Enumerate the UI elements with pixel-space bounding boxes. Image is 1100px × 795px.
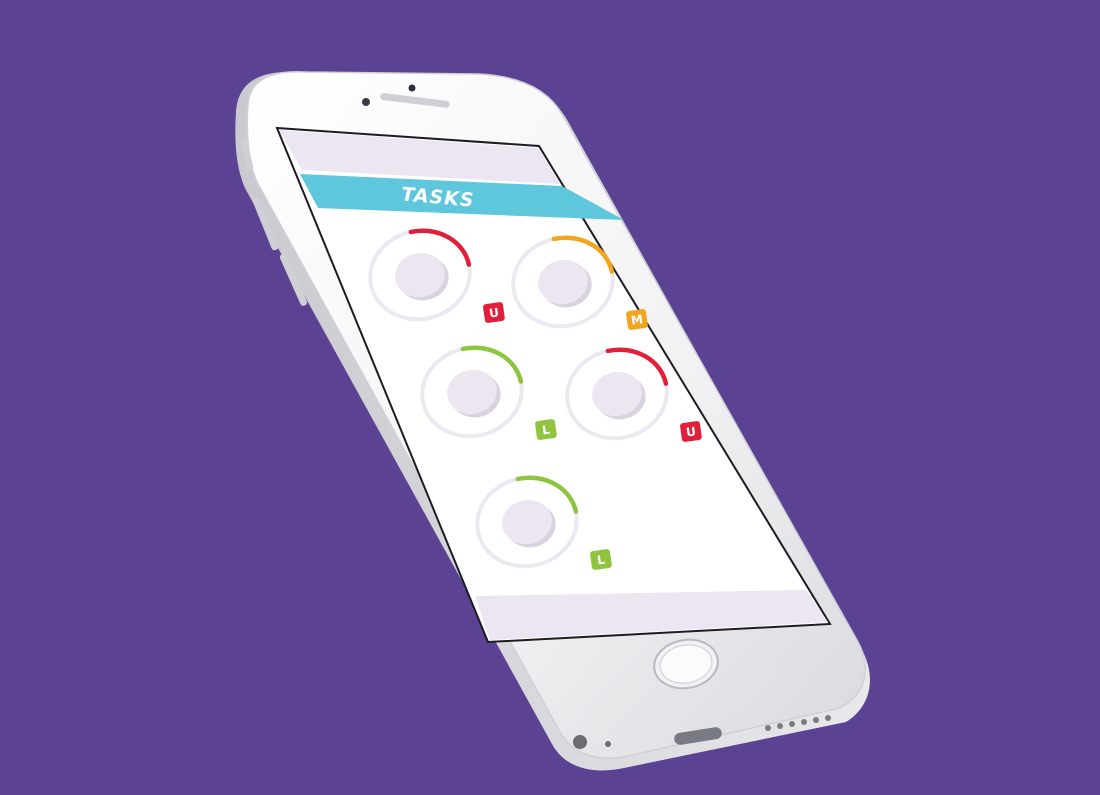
microphone-hole	[605, 741, 611, 747]
phone-mockup: TASKS U ML UL	[235, 71, 870, 771]
priority-badge: L	[590, 549, 612, 570]
priority-badge-label: U	[685, 424, 697, 439]
priority-badge: M	[626, 309, 648, 330]
sensor-dot	[408, 84, 416, 92]
priority-badge: L	[535, 419, 557, 440]
mockup-stage: TASKS UMLUL	[0, 0, 1100, 795]
priority-badge-label: M	[630, 312, 644, 328]
priority-badge: U	[483, 302, 505, 323]
priority-badge-label: U	[488, 305, 500, 320]
headphone-jack-icon	[573, 735, 587, 749]
priority-badge: U	[680, 421, 702, 442]
front-camera-icon	[362, 98, 370, 106]
